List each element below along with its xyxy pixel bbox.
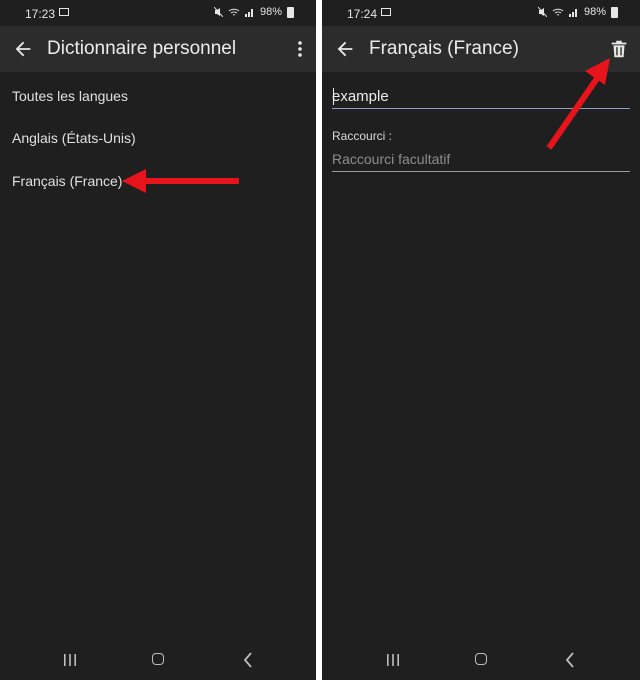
- arrow-back-icon[interactable]: [334, 38, 356, 60]
- signal-icon: [568, 9, 577, 17]
- app-bar: Français (France): [322, 26, 640, 72]
- app-bar: Dictionnaire personnel: [0, 26, 316, 72]
- language-item-english-us[interactable]: Anglais (États-Unis): [12, 130, 136, 146]
- recents-icon[interactable]: [63, 654, 77, 666]
- status-bar: 17:24 98%: [322, 0, 640, 26]
- page-title: Français (France): [369, 38, 519, 59]
- battery-percent: 98%: [259, 6, 282, 18]
- word-input-value: example: [332, 88, 389, 105]
- status-time: 17:23: [25, 7, 56, 21]
- signal-icon: [244, 9, 253, 17]
- mute-icon: [213, 7, 223, 17]
- battery-icon: [287, 6, 294, 18]
- status-icons: 98%: [537, 6, 618, 18]
- page-title: Dictionnaire personnel: [47, 38, 237, 59]
- chevron-left-icon[interactable]: [565, 652, 575, 668]
- status-time: 17:24: [347, 7, 378, 21]
- home-icon[interactable]: [475, 653, 487, 665]
- mute-icon: [537, 7, 547, 17]
- shortcut-label: Raccourci :: [332, 129, 393, 143]
- recents-icon[interactable]: [386, 654, 400, 666]
- gallery-notification-icon: [59, 8, 69, 16]
- wifi-icon: [228, 8, 240, 16]
- more-vert-icon[interactable]: [296, 40, 304, 58]
- shortcut-placeholder: Raccourci facultatif: [332, 151, 451, 167]
- chevron-left-icon[interactable]: [243, 652, 253, 668]
- navigation-bar: [0, 638, 316, 680]
- gallery-notification-icon: [381, 8, 391, 16]
- trash-icon[interactable]: [608, 38, 630, 60]
- battery-icon: [611, 6, 618, 18]
- phone-screen-right: 17:24 98% Français (France) example Racc…: [322, 0, 640, 680]
- battery-percent: 98%: [583, 6, 606, 18]
- status-icons: 98%: [213, 6, 294, 18]
- home-icon[interactable]: [152, 653, 164, 665]
- arrow-back-icon[interactable]: [12, 38, 34, 60]
- language-item-all[interactable]: Toutes les langues: [12, 88, 128, 104]
- shortcut-input[interactable]: Raccourci facultatif: [332, 150, 630, 172]
- status-bar: 17:23 98%: [0, 0, 316, 26]
- wifi-icon: [552, 8, 564, 16]
- language-item-french-france[interactable]: Français (France): [12, 173, 122, 189]
- navigation-bar: [322, 638, 640, 680]
- phone-screen-left: 17:23 98% Dictionnaire personnel Toutes …: [0, 0, 316, 680]
- word-input[interactable]: example: [332, 86, 630, 109]
- text-caret: [333, 88, 334, 105]
